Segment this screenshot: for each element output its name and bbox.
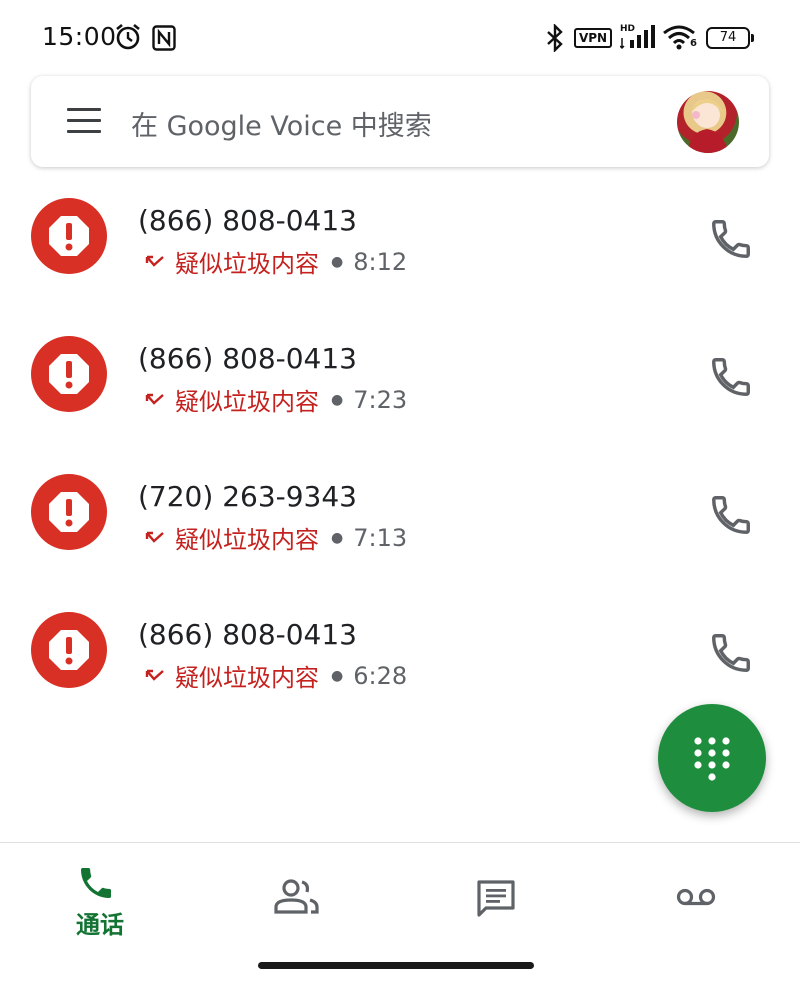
phone-icon xyxy=(81,868,111,898)
separator-dot: ● xyxy=(331,667,344,684)
spam-label: 疑似垃圾内容 xyxy=(175,526,319,554)
call-time: 8:12 xyxy=(353,247,408,276)
message-icon xyxy=(477,880,515,917)
spam-label: 疑似垃圾内容 xyxy=(175,388,319,416)
cellular-signal-icon xyxy=(620,25,655,50)
spam-label: 疑似垃圾内容 xyxy=(175,664,319,692)
call-back-icon[interactable] xyxy=(708,492,754,538)
call-list: (866) 808-0413 疑似垃圾内容 ● 8:12 (866) 808-0… xyxy=(0,168,800,720)
dialpad-button[interactable] xyxy=(658,704,766,812)
home-indicator[interactable] xyxy=(258,962,534,969)
battery-indicator: 74 xyxy=(706,27,754,49)
call-time: 7:23 xyxy=(353,385,408,414)
spam-label: 疑似垃圾内容 xyxy=(175,250,319,278)
call-time: 6:28 xyxy=(353,661,408,690)
call-meta: 疑似垃圾内容 ● 7:23 xyxy=(145,382,407,417)
call-row[interactable]: (866) 808-0413 疑似垃圾内容 ● 7:23 xyxy=(0,306,800,444)
search-bar[interactable]: 在 Google Voice 中搜索 xyxy=(31,76,769,167)
status-bar: 15:00 VPN HD 6 74 xyxy=(0,0,800,72)
spam-warning-icon xyxy=(31,612,107,688)
missed-call-icon xyxy=(145,393,164,405)
separator-dot: ● xyxy=(331,529,344,546)
nav-tab-messages[interactable] xyxy=(400,843,600,943)
caller-number: (720) 263-9343 xyxy=(138,480,357,513)
contacts-icon xyxy=(274,879,319,914)
spam-warning-icon xyxy=(31,474,107,550)
missed-call-icon xyxy=(145,669,164,681)
call-row[interactable]: (866) 808-0413 疑似垃圾内容 ● 8:12 xyxy=(0,168,800,306)
wifi-6-label: 6 xyxy=(690,38,697,49)
voicemail-icon xyxy=(676,888,716,906)
spam-warning-icon xyxy=(31,198,107,274)
call-time: 7:13 xyxy=(353,523,408,552)
menu-icon[interactable] xyxy=(67,108,101,134)
call-meta: 疑似垃圾内容 ● 6:28 xyxy=(145,658,407,693)
bluetooth-icon xyxy=(547,24,563,52)
vpn-badge: VPN xyxy=(574,28,612,48)
caller-number: (866) 808-0413 xyxy=(138,618,357,651)
call-meta: 疑似垃圾内容 ● 7:13 xyxy=(145,520,407,555)
caller-number: (866) 808-0413 xyxy=(138,342,357,375)
search-input[interactable]: 在 Google Voice 中搜索 xyxy=(131,104,432,143)
call-back-icon[interactable] xyxy=(708,630,754,676)
alarm-icon xyxy=(116,23,140,50)
caller-number: (866) 808-0413 xyxy=(138,204,357,237)
avatar[interactable] xyxy=(677,91,739,153)
nav-label-calls: 通话 xyxy=(76,911,124,939)
nfc-icon xyxy=(152,25,176,51)
nav-tab-calls[interactable]: 通话 xyxy=(0,843,200,943)
nav-tab-voicemail[interactable] xyxy=(600,843,800,943)
separator-dot: ● xyxy=(331,391,344,408)
dialpad-icon xyxy=(694,737,730,781)
call-back-icon[interactable] xyxy=(708,354,754,400)
call-meta: 疑似垃圾内容 ● 8:12 xyxy=(145,244,407,279)
status-time: 15:00 xyxy=(42,22,117,51)
missed-call-icon xyxy=(145,255,164,267)
call-back-icon[interactable] xyxy=(708,216,754,262)
nav-tab-contacts[interactable] xyxy=(200,843,400,943)
call-row[interactable]: (720) 263-9343 疑似垃圾内容 ● 7:13 xyxy=(0,444,800,582)
missed-call-icon xyxy=(145,531,164,543)
separator-dot: ● xyxy=(331,253,344,270)
spam-warning-icon xyxy=(31,336,107,412)
call-row[interactable]: (866) 808-0413 疑似垃圾内容 ● 6:28 xyxy=(0,582,800,720)
